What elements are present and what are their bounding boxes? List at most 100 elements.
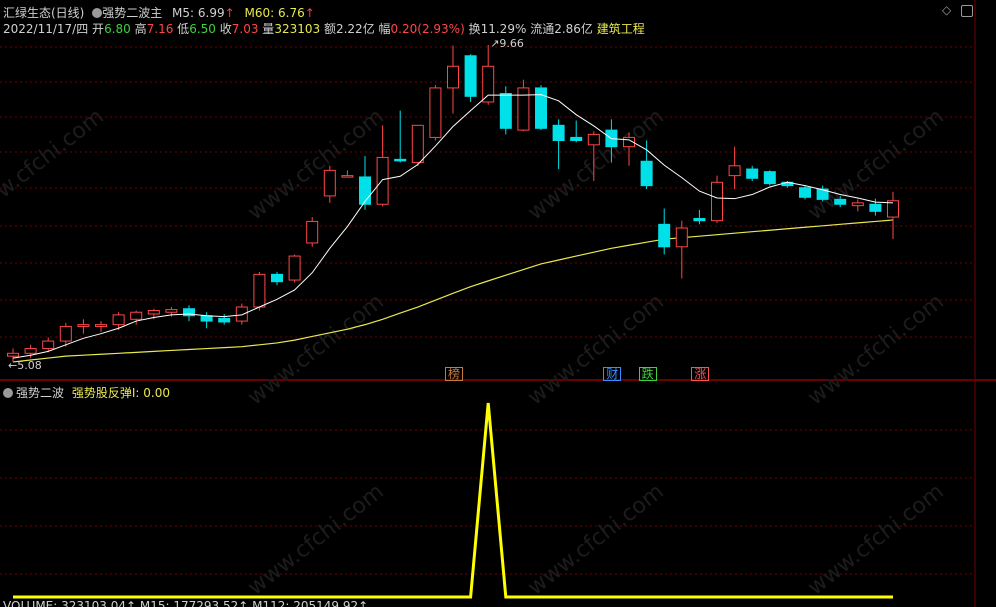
sub-panel-header: 强势二波 强势股反弹I: 0.00 (3, 384, 170, 401)
candle-body-down (640, 160, 653, 187)
candle-body-up (341, 175, 354, 178)
candle-body-down (658, 223, 671, 248)
candle (728, 146, 741, 190)
event-marker[interactable]: 榜 (445, 367, 464, 381)
low-label: 低 (177, 22, 190, 36)
candle (288, 254, 301, 283)
candle-body-down (464, 55, 477, 97)
candle (411, 124, 424, 166)
candle (429, 85, 442, 141)
candle-body-down (570, 136, 583, 141)
sub-panel-settings-icon[interactable] (3, 388, 13, 398)
m60-label: M60: (244, 6, 275, 20)
watermark-text: www.cfchi.com (803, 289, 948, 410)
candle-body-up (24, 348, 37, 354)
m60-value: 6.76 (278, 6, 305, 20)
candle-body-up (517, 87, 530, 131)
candle-body-down (394, 158, 407, 162)
volume-value: 323103 (274, 22, 321, 36)
sub-line-value: 0.00 (143, 386, 170, 400)
candle (447, 45, 459, 114)
candle-body-up (288, 255, 301, 281)
candle-body-up (376, 156, 389, 205)
event-marker[interactable]: 财 (603, 367, 622, 381)
candle (235, 303, 248, 325)
candle (376, 125, 389, 207)
candle (394, 110, 407, 163)
indicator-name[interactable]: 强势二波主 (102, 6, 162, 20)
candle-body-up (851, 202, 864, 207)
candle-body-up (112, 314, 125, 326)
candle-body-up (42, 340, 55, 350)
candle (499, 86, 512, 135)
candle (887, 191, 899, 240)
high-value: 7.16 (146, 22, 174, 36)
high-label: 高 (134, 22, 147, 36)
indicator-settings-icon[interactable] (92, 8, 103, 18)
watermark-text: www.cfchi.com (523, 289, 668, 410)
candle (183, 305, 195, 322)
candle-body-up (306, 220, 319, 244)
candle (851, 199, 864, 212)
change-value: 0.20(2.93%) (390, 22, 465, 36)
m5-label: M5: (172, 6, 195, 20)
amount-label: 额 (323, 22, 336, 36)
candle-body-up (587, 133, 600, 146)
diamond-icon[interactable]: ◇ (942, 3, 951, 17)
float-value: 2.86亿 (554, 22, 593, 36)
candle-body-down (535, 87, 547, 129)
candle (464, 54, 477, 102)
candle-body-up (7, 352, 19, 357)
candle (517, 79, 530, 132)
candle-body-up (411, 124, 424, 164)
close-label: 收 (219, 22, 232, 36)
candle-body-down (799, 187, 811, 198)
ma60-path (12, 219, 894, 363)
candle-body-up (130, 311, 143, 320)
ma60-line (12, 219, 894, 363)
candle (112, 312, 125, 331)
candle (570, 120, 583, 143)
watermark-text: www.cfchi.com (0, 104, 109, 225)
event-marker[interactable]: 涨 (691, 367, 710, 381)
candle-body-down (271, 273, 283, 283)
signal-line (13, 402, 893, 599)
candle-body-up (95, 324, 107, 327)
candle (253, 271, 266, 311)
low-price-arrow-icon: ← (8, 359, 18, 372)
stock-title[interactable]: 汇绿生态(日线) (3, 6, 84, 20)
candle-body-up (59, 325, 72, 342)
open-label: 开 (92, 22, 105, 36)
candle-body-down (834, 198, 847, 205)
watermark-text: www.cfchi.com (243, 104, 388, 225)
candle (746, 165, 759, 181)
sector-link[interactable]: 建筑工程 (597, 22, 645, 36)
float-label: 流通 (530, 22, 555, 36)
watermark-text: www.cfchi.com (523, 479, 668, 600)
quote-line: 2022/11/17/四 开6.80 高7.16 低6.50 收7.03 量32… (3, 20, 645, 37)
candle-body-up (429, 87, 442, 138)
m5-value: 6.99 (197, 6, 225, 20)
candle (341, 170, 354, 178)
candle (200, 312, 213, 329)
volume-panel-text: VOLUME: 323103.04↑ M15: 177293.52↑ M112:… (3, 599, 369, 607)
candle-body-up (728, 165, 741, 177)
candle (218, 313, 231, 325)
low-value: 6.50 (189, 22, 216, 36)
amount-value: 2.22亿 (335, 22, 375, 36)
chart-header: 汇绿生态(日线) 强势二波主 M5: 6.99↑ M60: 6.76↑ (3, 4, 315, 21)
event-marker[interactable]: 跌 (638, 367, 657, 381)
high-price-value: 9.66 (499, 37, 524, 50)
candle-body-down (763, 171, 776, 185)
candle-body-up (235, 306, 248, 322)
change-label: 幅 (378, 22, 391, 36)
candle (271, 271, 283, 285)
candle (77, 319, 90, 334)
window-toggle-icon[interactable] (961, 5, 973, 17)
volume-label: 量 (262, 22, 275, 36)
open-value: 6.80 (104, 22, 131, 36)
sub-panel-name[interactable]: 强势二波 (16, 386, 64, 400)
candle-body-up (887, 200, 899, 218)
candle (95, 321, 107, 332)
turnover-label: 换 (468, 22, 481, 36)
